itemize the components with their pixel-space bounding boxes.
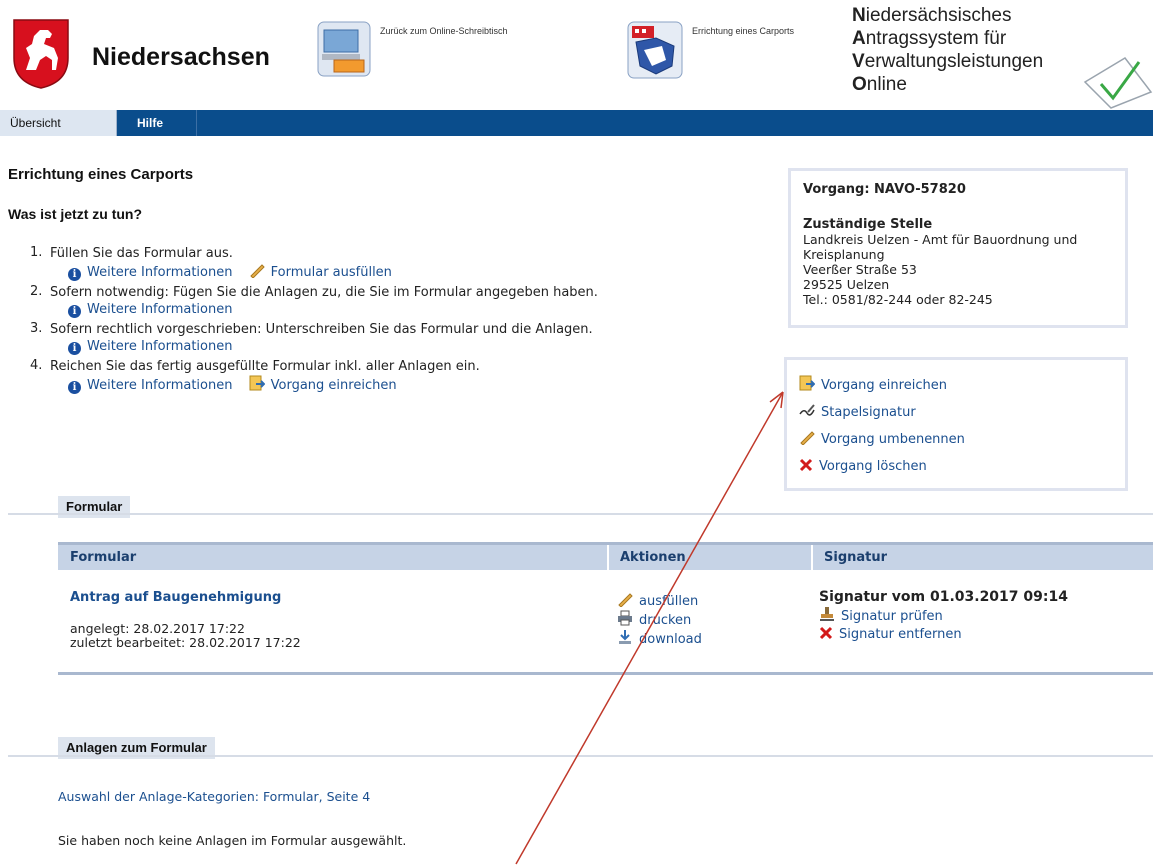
case-number: Vorgang: NAVO-57820 [803,182,966,197]
stamp-icon [820,607,834,621]
action-submit[interactable]: Vorgang einreichen [799,372,1113,399]
table-bottom-border [58,672,1153,675]
back-to-desk-link[interactable]: Zurück zum Online-Schreibtisch [316,20,566,90]
back-link-label: Zurück zum Online-Schreibtisch [380,26,508,36]
more-info-link[interactable]: Weitere Informationen [87,302,232,317]
signature-date: Signatur vom 01.03.2017 09:14 [819,589,1068,605]
steps-list: 1. Füllen Sie das Formular aus. i Weitere… [30,245,750,397]
section-divider [8,755,1153,757]
todo-heading: Was ist jetzt zu tun? [8,206,143,222]
info-icon: i [68,305,81,318]
form-signature: Signatur vom 01.03.2017 09:14 Signatur p… [819,588,1068,644]
delete-x-icon [819,626,833,640]
delete-x-icon [799,458,813,472]
navo-wordmark: Niedersächsisches Antragssystem für Verw… [852,5,1044,95]
col-aktionen: Aktionen [620,550,686,565]
download-icon [619,630,631,644]
brand-title: Niedersachsen [92,43,270,71]
case-actions-box: Vorgang einreichen Stapelsignatur Vorgan… [784,357,1128,491]
pencil-icon [249,264,265,278]
action-rename[interactable]: Vorgang umbenennen [799,426,1113,453]
action-delete[interactable]: Vorgang löschen [799,453,1113,480]
step-text: Füllen Sie das Formular aus. [50,246,233,261]
action-fill[interactable]: ausfüllen [617,591,702,610]
responsible-office-label: Zuständige Stelle [803,217,933,232]
page-title: Errichtung eines Carports [8,166,194,183]
col-signatur: Signatur [824,550,888,565]
more-info-link[interactable]: Weitere Informationen [87,265,232,280]
step-2: 2. Sofern notwendig: Fügen Sie die Anlag… [30,284,750,319]
info-icon: i [68,268,81,281]
service-link[interactable]: Errichtung eines Carports [626,20,836,90]
action-verify-signature[interactable]: Signatur prüfen [819,606,1068,626]
edited-date: zuletzt bearbeitet: 28.02.2017 17:22 [70,635,301,650]
attachment-category-link[interactable]: Auswahl der Anlage-Kategorien: Formular,… [58,789,370,804]
action-download[interactable]: download [617,629,702,648]
no-attachments-text: Sie haben noch keine Anlagen im Formular… [58,833,407,848]
step-text: Reichen Sie das fertig ausgefüllte Formu… [50,359,480,374]
step-text: Sofern rechtlich vorgeschrieben: Untersc… [50,322,593,337]
form-table-header: Formular Aktionen Signatur [58,545,1153,570]
form-dates: angelegt: 28.02.2017 17:22 zuletzt bearb… [70,622,301,650]
page-header: Niedersachsen Zurück zum Online-Schreibt… [0,0,1153,110]
submit-icon [799,375,815,391]
submit-icon [249,375,265,391]
tab-overview[interactable]: Übersicht [0,110,117,136]
step-3: 3. Sofern rechtlich vorgeschrieben: Unte… [30,321,750,356]
service-link-label: Errichtung eines Carports [692,26,795,36]
col-formular: Formular [70,550,137,565]
action-print[interactable]: drucken [617,610,702,629]
step-4: 4. Reichen Sie das fertig ausgefüllte Fo… [30,358,750,395]
submit-case-link[interactable]: Vorgang einreichen [271,378,397,393]
action-remove-signature[interactable]: Signatur entfernen [819,626,1068,644]
district-map-icon [627,21,683,79]
form-actions: ausfüllen drucken download [617,591,702,648]
office-address: Landkreis Uelzen - Amt für Bauordnung un… [803,232,1078,307]
niedersachsen-coat-of-arms-icon [13,19,69,89]
form-title-link[interactable]: Antrag auf Baugenehmigung [70,590,281,605]
created-date: angelegt: 28.02.2017 17:22 [70,621,245,636]
more-info-link[interactable]: Weitere Informationen [87,339,232,354]
action-batch-signature[interactable]: Stapelsignatur [799,399,1113,426]
printer-icon [618,610,632,626]
tab-help[interactable]: Hilfe [117,110,197,136]
case-info-box: Vorgang: NAVO-57820 Zuständige Stelle La… [788,168,1128,328]
step-text: Sofern notwendig: Fügen Sie die Anlagen … [50,285,598,300]
fill-form-link[interactable]: Formular ausfüllen [271,265,392,280]
navo-check-icon [1083,57,1153,109]
section-divider [8,513,1153,515]
batch-signature-icon [799,404,815,416]
info-icon: i [68,342,81,355]
info-icon: i [68,381,81,394]
pencil-icon [618,593,633,607]
desk-icon [317,21,371,77]
more-info-link[interactable]: Weitere Informationen [87,378,232,393]
step-1: 1. Füllen Sie das Formular aus. i Weitere… [30,245,750,282]
pencil-icon [800,431,815,445]
